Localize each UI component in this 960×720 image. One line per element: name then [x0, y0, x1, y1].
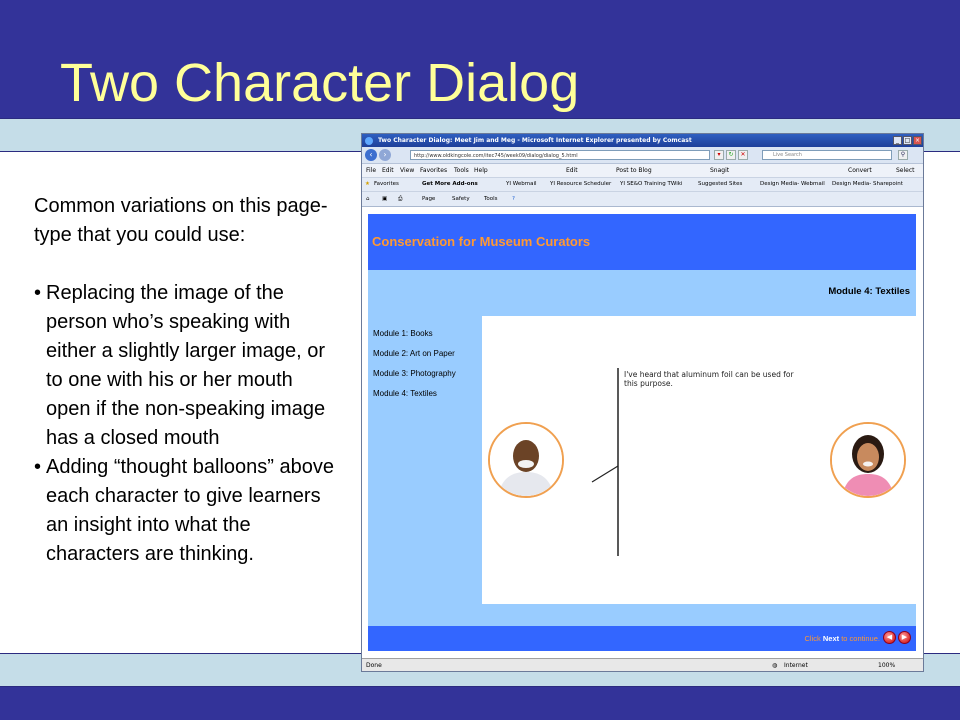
bullet-item: Adding “thought balloons” above each cha… — [34, 453, 334, 569]
woman-avatar-icon — [832, 424, 904, 496]
continue-suffix: to continue. — [839, 634, 880, 643]
module-link[interactable]: Module 4: Textiles — [373, 389, 456, 409]
back-icon[interactable]: ‹ — [365, 149, 377, 161]
man-avatar-icon — [490, 424, 562, 496]
feeds-icon[interactable]: ▣ — [382, 192, 387, 206]
slide-body: Common variations on this page-type that… — [34, 192, 334, 569]
browser-titlebar: Two Character Dialog: Meet Jim and Meg -… — [362, 134, 923, 147]
menu-view[interactable]: View — [400, 164, 414, 177]
bullet-item: Replacing the image of the person who’s … — [34, 279, 334, 453]
next-arrow-icon[interactable]: ▶ — [898, 631, 911, 644]
window-title: Two Character Dialog: Meet Jim and Meg -… — [378, 137, 692, 144]
module-link[interactable]: Module 2: Art on Paper — [373, 349, 456, 369]
jim-portrait — [488, 422, 564, 498]
menu-help[interactable]: Help — [474, 164, 488, 177]
search-input[interactable]: Live Search — [762, 150, 892, 160]
slide-title: Two Character Dialog — [60, 53, 580, 113]
ie-icon — [365, 137, 373, 145]
bullet-list: Replacing the image of the person who’s … — [34, 279, 334, 569]
search-icon[interactable]: ⚲ — [898, 150, 908, 160]
intro-text: Common variations on this page-type that… — [34, 195, 328, 246]
bottom-band — [0, 687, 960, 720]
page-menu[interactable]: Page — [422, 192, 435, 206]
course-page: Conservation for Museum Curators Module … — [368, 214, 916, 651]
favorites-button[interactable]: Favorites — [374, 178, 399, 191]
command-bar: ⌂ ▣ ⎙ Page Safety Tools ? — [362, 192, 923, 207]
course-footer: Click Next to continue. ◀ ▶ — [368, 626, 916, 651]
module-heading: Module 4: Textiles — [828, 286, 910, 297]
menu-bar: File Edit View Favorites Tools Help Edit… — [362, 164, 923, 178]
maximize-button[interactable]: □ — [903, 136, 912, 145]
print-icon[interactable]: ⎙ — [398, 192, 402, 206]
continue-next-word: Next — [822, 634, 840, 643]
menu-favorites[interactable]: Favorites — [420, 164, 447, 177]
address-bar: ‹ › http://www.oldkingcole.com/itec745/w… — [362, 147, 923, 164]
speech-text: I've heard that aluminum foil can be use… — [624, 370, 794, 388]
favorite-link[interactable]: YI Webmail — [506, 178, 537, 191]
dropdown-icon[interactable]: ▾ — [714, 150, 724, 160]
course-header: Conservation for Museum Curators — [368, 214, 916, 270]
browser-screenshot: Two Character Dialog: Meet Jim and Meg -… — [361, 133, 924, 672]
safety-menu[interactable]: Safety — [452, 192, 470, 206]
refresh-icon[interactable]: ↻ — [726, 150, 736, 160]
module-link[interactable]: Module 1: Books — [373, 329, 456, 349]
favorite-link[interactable]: YI Resource Scheduler — [550, 178, 611, 191]
security-zone: Internet — [784, 662, 808, 669]
favorite-link[interactable]: Design Media- Sharepoint — [832, 178, 903, 191]
snagit-tool[interactable]: Snagit — [710, 164, 729, 177]
menu-file[interactable]: File — [366, 164, 376, 177]
dialog-stage: I've heard that aluminum foil can be use… — [482, 316, 916, 604]
status-text: Done — [366, 662, 382, 669]
convert-tool[interactable]: Convert — [848, 164, 872, 177]
continue-prefix: Click — [804, 634, 823, 643]
favorites-star-icon: ★ — [365, 181, 370, 187]
course-title: Conservation for Museum Curators — [372, 234, 591, 249]
menu-tools[interactable]: Tools — [454, 164, 469, 177]
edit-tool[interactable]: Edit — [566, 164, 578, 177]
post-to-blog-tool[interactable]: Post to Blog — [616, 164, 652, 177]
stop-icon[interactable]: ✕ — [738, 150, 748, 160]
favorites-bar: ★ Favorites Get More Add-ons YI Webmail … — [362, 178, 923, 192]
help-icon[interactable]: ? — [512, 192, 515, 206]
tools-menu[interactable]: Tools — [484, 192, 498, 206]
menu-edit[interactable]: Edit — [382, 164, 394, 177]
close-button[interactable]: × — [913, 136, 922, 145]
back-arrow-icon[interactable]: ◀ — [883, 631, 896, 644]
favorite-link[interactable]: YI SE&O Training TWiki — [620, 178, 682, 191]
home-icon[interactable]: ⌂ — [366, 192, 370, 206]
favorite-link[interactable]: Get More Add-ons — [422, 178, 478, 191]
meg-portrait — [830, 422, 906, 498]
minimize-button[interactable]: _ — [893, 136, 902, 145]
continue-instruction: Click Next to continue. — [805, 634, 880, 643]
globe-icon: ◍ — [772, 662, 778, 669]
status-bar: Done ◍ Internet 100% — [362, 658, 923, 671]
favorite-link[interactable]: Suggested Sites — [698, 178, 742, 191]
module-link[interactable]: Module 3: Photography — [373, 369, 456, 389]
zoom-level[interactable]: 100% — [878, 659, 895, 671]
url-field[interactable]: http://www.oldkingcole.com/itec745/week0… — [410, 150, 710, 160]
module-nav: Module 1: Books Module 2: Art on Paper M… — [373, 329, 456, 409]
select-tool[interactable]: Select — [896, 164, 915, 177]
favorite-link[interactable]: Design Media- Webmail — [760, 178, 825, 191]
forward-icon[interactable]: › — [379, 149, 391, 161]
